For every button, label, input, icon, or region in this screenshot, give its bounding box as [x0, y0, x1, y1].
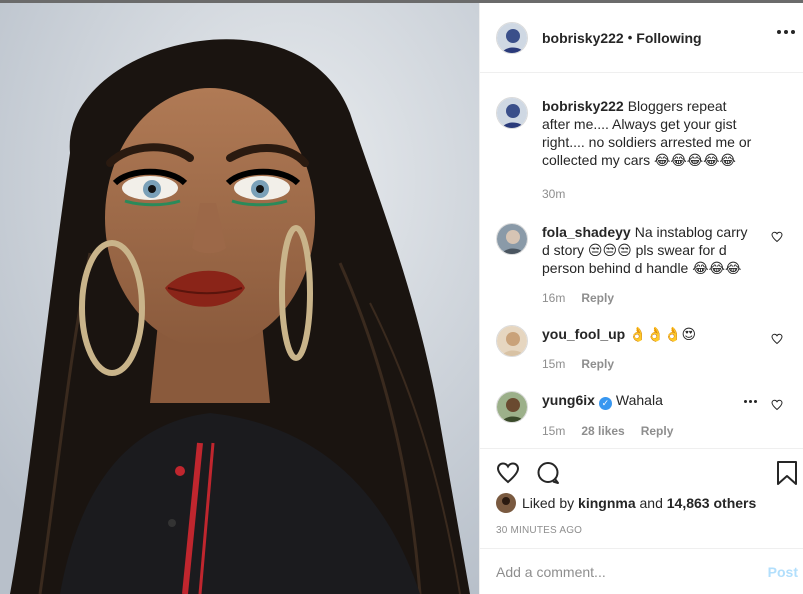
comment-meta: 15m 28 likes Reply	[542, 422, 757, 440]
comment-likes-count[interactable]: 28 likes	[581, 422, 624, 440]
likes-prefix: Liked by	[522, 495, 575, 511]
comment-time[interactable]: 15m	[542, 422, 565, 440]
verified-badge-icon: ✓	[598, 397, 612, 410]
likes-summary: Liked by kingnma and 14,863 others	[496, 493, 756, 513]
comment-body: yung6ix ✓ Wahala 15m 28 likes Reply	[542, 391, 787, 440]
comment-body: you_fool_up 👌👌👌😍 15m Reply	[542, 325, 787, 373]
commenter-avatar[interactable]	[496, 325, 528, 357]
post-timestamp[interactable]: 30 MINUTES AGO	[496, 525, 582, 536]
heart-icon[interactable]	[496, 461, 520, 488]
likes-and: and	[639, 495, 663, 511]
comment-row: yung6ix ✓ Wahala 15m 28 likes Reply	[496, 391, 787, 440]
portrait-illustration	[0, 3, 479, 594]
add-comment-bar: Post	[480, 548, 803, 594]
following-button[interactable]: Following	[636, 30, 701, 46]
reply-button[interactable]: Reply	[581, 355, 614, 373]
comments-list[interactable]: bobrisky222 Bloggers repeat after me.... …	[480, 73, 803, 448]
author-avatar[interactable]	[496, 21, 528, 54]
comment-username[interactable]: fola_shadeyy	[542, 224, 631, 240]
caption-time[interactable]: 30m	[542, 185, 565, 203]
liker-avatar[interactable]	[496, 493, 516, 513]
comment-username[interactable]: you_fool_up	[542, 326, 625, 342]
author-username[interactable]: bobrisky222	[542, 30, 624, 46]
comment-options-icon[interactable]	[744, 400, 757, 403]
post-side-panel: bobrisky222 • Following bobrisky222 Blogg…	[479, 3, 803, 594]
caption-body: bobrisky222 Bloggers repeat after me.... …	[542, 97, 787, 203]
author-avatar[interactable]	[496, 97, 528, 129]
comment-icon[interactable]	[536, 461, 560, 488]
commenter-avatar[interactable]	[496, 223, 528, 255]
comment-username[interactable]: yung6ix	[542, 392, 595, 408]
caption-username[interactable]: bobrisky222	[542, 98, 624, 114]
like-comment-heart-icon[interactable]	[771, 399, 783, 411]
comment-row: you_fool_up 👌👌👌😍 15m Reply	[496, 325, 787, 373]
separator-dot: •	[627, 30, 633, 45]
comment-meta: 16m Reply	[542, 289, 757, 307]
action-bar	[480, 448, 803, 488]
reply-button[interactable]: Reply	[641, 422, 674, 440]
comment-meta: 15m Reply	[542, 355, 757, 373]
caption-meta: 30m	[542, 185, 757, 203]
caption-row: bobrisky222 Bloggers repeat after me.... …	[496, 97, 787, 203]
comment-body: fola_shadeyy Na instablog carry d story 😒…	[542, 223, 787, 307]
like-comment-heart-icon[interactable]	[771, 333, 783, 345]
like-comment-heart-icon[interactable]	[771, 231, 783, 243]
more-options-icon[interactable]	[777, 30, 795, 34]
comment-time[interactable]: 15m	[542, 355, 565, 373]
comment-row: fola_shadeyy Na instablog carry d story 😒…	[496, 223, 787, 307]
likes-others-count[interactable]: 14,863 others	[667, 495, 757, 511]
reply-button[interactable]: Reply	[581, 289, 614, 307]
commenter-avatar[interactable]	[496, 391, 528, 423]
liker-username[interactable]: kingnma	[578, 495, 636, 511]
post-header: bobrisky222 • Following	[480, 3, 803, 73]
post-image[interactable]	[0, 3, 479, 594]
comment-time[interactable]: 16m	[542, 289, 565, 307]
comment-text: Wahala	[615, 392, 663, 408]
post-comment-button[interactable]: Post	[768, 564, 798, 580]
comment-input[interactable]	[496, 563, 768, 580]
bookmark-icon[interactable]	[776, 461, 798, 488]
comment-text: 👌👌👌😍	[629, 326, 697, 342]
